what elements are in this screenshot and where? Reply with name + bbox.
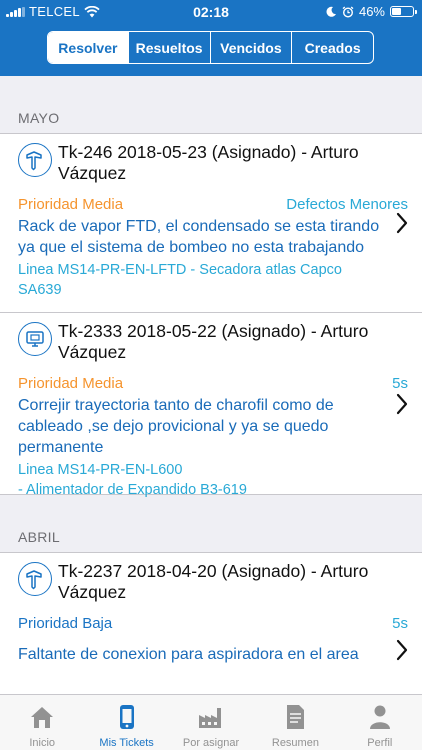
tab-label: Perfil — [367, 737, 393, 749]
priority-label: Prioridad Media — [18, 375, 124, 392]
tab-inicio[interactable]: Inicio — [0, 695, 84, 750]
segment-vencidos[interactable]: Vencidos — [209, 32, 292, 63]
tab-por-asignar[interactable]: Por asignar — [169, 695, 253, 750]
ticket-title: Tk-246 2018-05-23 (Asignado) - Arturo Vá… — [58, 142, 359, 183]
ticket-filter-control: Resolver Resueltos Vencidos Creados — [47, 31, 374, 64]
segment-creados[interactable]: Creados — [291, 32, 373, 63]
ticket-row[interactable]: Tk-246 2018-05-23 (Asignado) - Arturo Vá… — [0, 134, 422, 313]
alarm-icon — [342, 5, 354, 18]
ticket-location: Linea MS14-PR-EN-LFTD - Secadora atlas C… — [18, 262, 342, 298]
chevron-right-icon — [396, 212, 408, 234]
ticket-row[interactable]: Tk-2333 2018-05-22 (Asignado) - Arturo V… — [0, 313, 422, 498]
header-bar: TELCEL 02:18 46% Resolver Resueltos Venc… — [0, 0, 422, 76]
ticket-title: Tk-2237 2018-04-20 (Asignado) - Arturo V… — [58, 561, 369, 602]
ticket-description: Rack de vapor FTD, el condensado se esta… — [18, 218, 380, 256]
person-icon — [369, 705, 390, 729]
ticket-title: Tk-2333 2018-05-22 (Asignado) - Arturo V… — [58, 321, 369, 362]
hammer-icon — [18, 562, 52, 596]
tab-label: Mis Tickets — [99, 737, 154, 749]
category-label: 5s — [392, 615, 408, 632]
segment-resueltos[interactable]: Resueltos — [127, 32, 210, 63]
priority-label: Prioridad Media — [18, 196, 124, 213]
category-label: Defectos Menores — [286, 196, 408, 213]
section-header-mayo: MAYO — [0, 76, 422, 134]
category-label: 5s — [392, 375, 408, 392]
ticket-row[interactable]: Tk-2237 2018-04-20 (Asignado) - Arturo V… — [0, 553, 422, 694]
battery-percent: 46% — [358, 4, 385, 19]
ticket-description: Correjir trayectoria tanto de charofil c… — [18, 397, 334, 456]
factory-icon — [199, 708, 222, 728]
battery-icon — [390, 6, 417, 17]
hammer-icon — [18, 143, 52, 177]
tab-perfil[interactable]: Perfil — [338, 695, 422, 750]
chevron-right-icon — [396, 639, 408, 661]
ticket-list: MAYO Tk-246 2018-05-23 (Asignado) - Artu… — [0, 76, 422, 694]
monitor-icon — [18, 322, 52, 356]
phone-icon — [119, 705, 134, 729]
status-bar: TELCEL 02:18 46% — [0, 0, 422, 24]
priority-label: Prioridad Baja — [18, 615, 113, 632]
chevron-right-icon — [396, 393, 408, 414]
segment-resolver[interactable]: Resolver — [48, 32, 128, 63]
tab-label: Inicio — [29, 737, 56, 749]
tab-label: Por asignar — [182, 737, 240, 749]
document-icon — [287, 705, 305, 729]
tab-resumen[interactable]: Resumen — [253, 695, 337, 750]
home-icon — [31, 707, 54, 728]
tab-bar: Inicio Mis Tickets Por asignar Resumen P… — [0, 694, 422, 750]
moon-icon — [326, 6, 336, 17]
ticket-description: Faltante de conexion para aspiradora en … — [18, 646, 359, 663]
tab-mis-tickets[interactable]: Mis Tickets — [84, 695, 168, 750]
ticket-location: Linea MS14-PR-EN-L600 - Alimentador de E… — [18, 462, 247, 498]
tab-label: Resumen — [271, 737, 319, 749]
section-header-abril: ABRIL — [0, 495, 422, 553]
